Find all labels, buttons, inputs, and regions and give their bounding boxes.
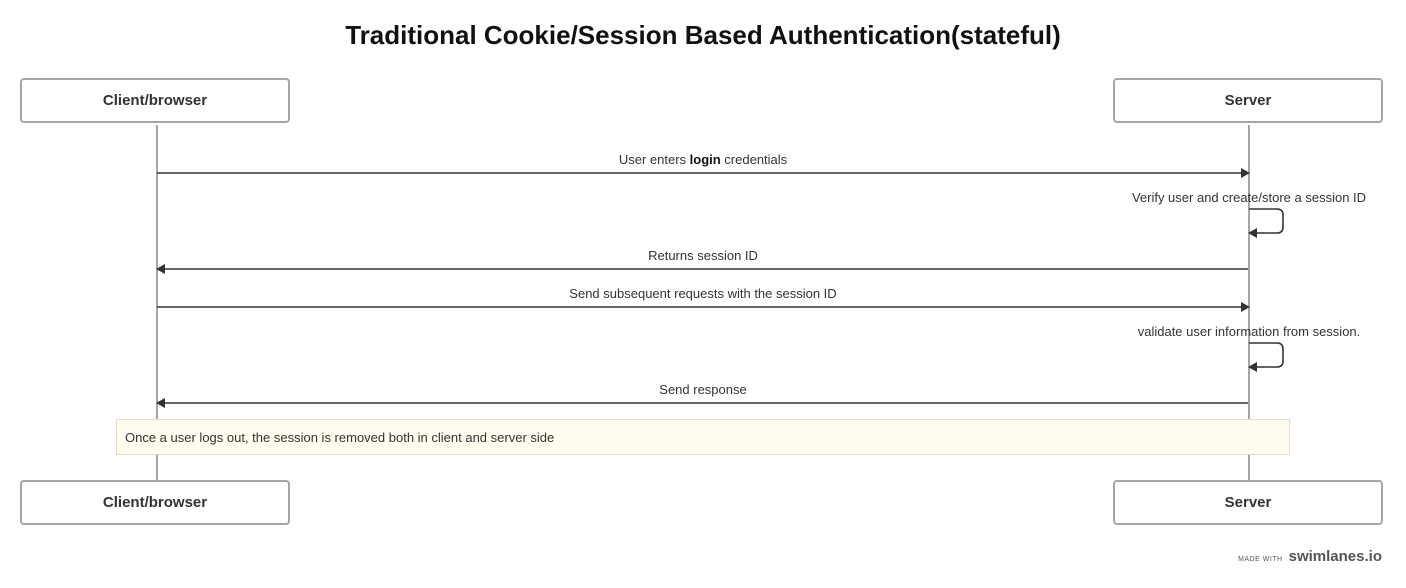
arrow-self-validate <box>1249 342 1284 368</box>
made-with-label: MADE WITH <box>1238 556 1283 563</box>
arrowhead-subsequent <box>1241 302 1250 312</box>
message-label-login-bold: login <box>689 152 721 167</box>
message-label-validate: validate user information from session. <box>1137 324 1361 339</box>
arrowhead-verify <box>1248 228 1257 238</box>
arrowhead-returns <box>156 264 165 274</box>
arrow-self-verify <box>1249 208 1284 234</box>
message-label-response: Send response <box>659 382 747 397</box>
message-label-verify: Verify user and create/store a session I… <box>1131 190 1367 205</box>
message-label-subsequent: Send subsequent requests with the sessio… <box>569 286 837 301</box>
arrowhead-login <box>1241 168 1250 178</box>
swimlanes-brand: swimlanes.io <box>1288 548 1382 565</box>
arrowhead-response <box>156 398 165 408</box>
message-label-returns: Returns session ID <box>648 248 758 263</box>
arrowhead-validate <box>1248 362 1257 372</box>
footer-branding[interactable]: MADE WITH swimlanes.io <box>1238 548 1382 565</box>
message-label-login: User enters login credentials <box>618 152 788 167</box>
logout-note: Once a user logs out, the session is rem… <box>116 419 1290 455</box>
